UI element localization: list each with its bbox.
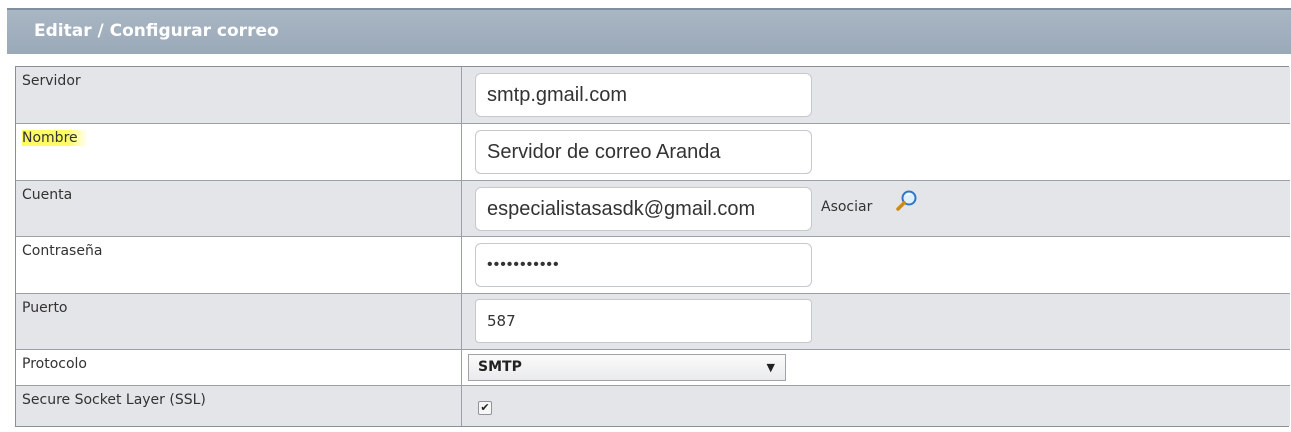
protocolo-selected-value: SMTP [478,359,522,375]
label-cell: Servidor [16,67,462,123]
protocolo-select[interactable]: SMTP ▼ [468,354,786,381]
servidor-label: Servidor [22,73,81,89]
row-nombre: Nombre Servidor de correo Aranda [16,124,1290,181]
label-cell: Nombre [16,124,462,180]
protocolo-label: Protocolo [22,356,87,372]
password-input[interactable]: ••••••••••• [475,243,812,287]
mail-config-panel: Editar / Configurar correo Servidor smtp… [7,8,1291,432]
cuenta-input[interactable]: especialistasasdk@gmail.com [475,187,812,231]
cuenta-label: Cuenta [22,187,73,203]
row-puerto: Puerto 587 [16,294,1290,350]
dropdown-arrow-icon: ▼ [766,361,775,374]
check-icon: ✔ [480,401,490,414]
row-ssl: Secure Socket Layer (SSL) ✔ [16,386,1290,426]
asociar-link[interactable]: Asociar [821,199,872,215]
nombre-input[interactable]: Servidor de correo Aranda [475,130,812,174]
contrasena-label: Contraseña [22,243,103,259]
puerto-label: Puerto [22,300,68,316]
row-cuenta: Cuenta especialistasasdk@gmail.com Asoci… [16,181,1290,237]
magnifier-icon[interactable] [895,189,919,213]
servidor-input[interactable]: smtp.gmail.com [475,73,812,117]
label-cell: Cuenta [16,181,462,236]
panel-title: Editar / Configurar correo [34,21,279,41]
ssl-label: Secure Socket Layer (SSL) [22,392,206,408]
label-cell: Puerto [16,294,462,349]
form-grid: Servidor smtp.gmail.com Nombre Servidor … [15,66,1290,427]
nombre-label: Nombre [22,130,88,146]
label-cell: Protocolo [16,350,462,385]
row-protocolo: Protocolo SMTP ▼ [16,350,1290,386]
row-servidor: Servidor smtp.gmail.com [16,67,1290,124]
ssl-checkbox[interactable]: ✔ [478,401,492,415]
panel-header: Editar / Configurar correo [7,8,1291,54]
label-cell: Secure Socket Layer (SSL) [16,386,462,426]
label-cell: Contraseña [16,237,462,293]
puerto-input[interactable]: 587 [475,299,812,343]
row-contrasena: Contraseña ••••••••••• [16,237,1290,294]
